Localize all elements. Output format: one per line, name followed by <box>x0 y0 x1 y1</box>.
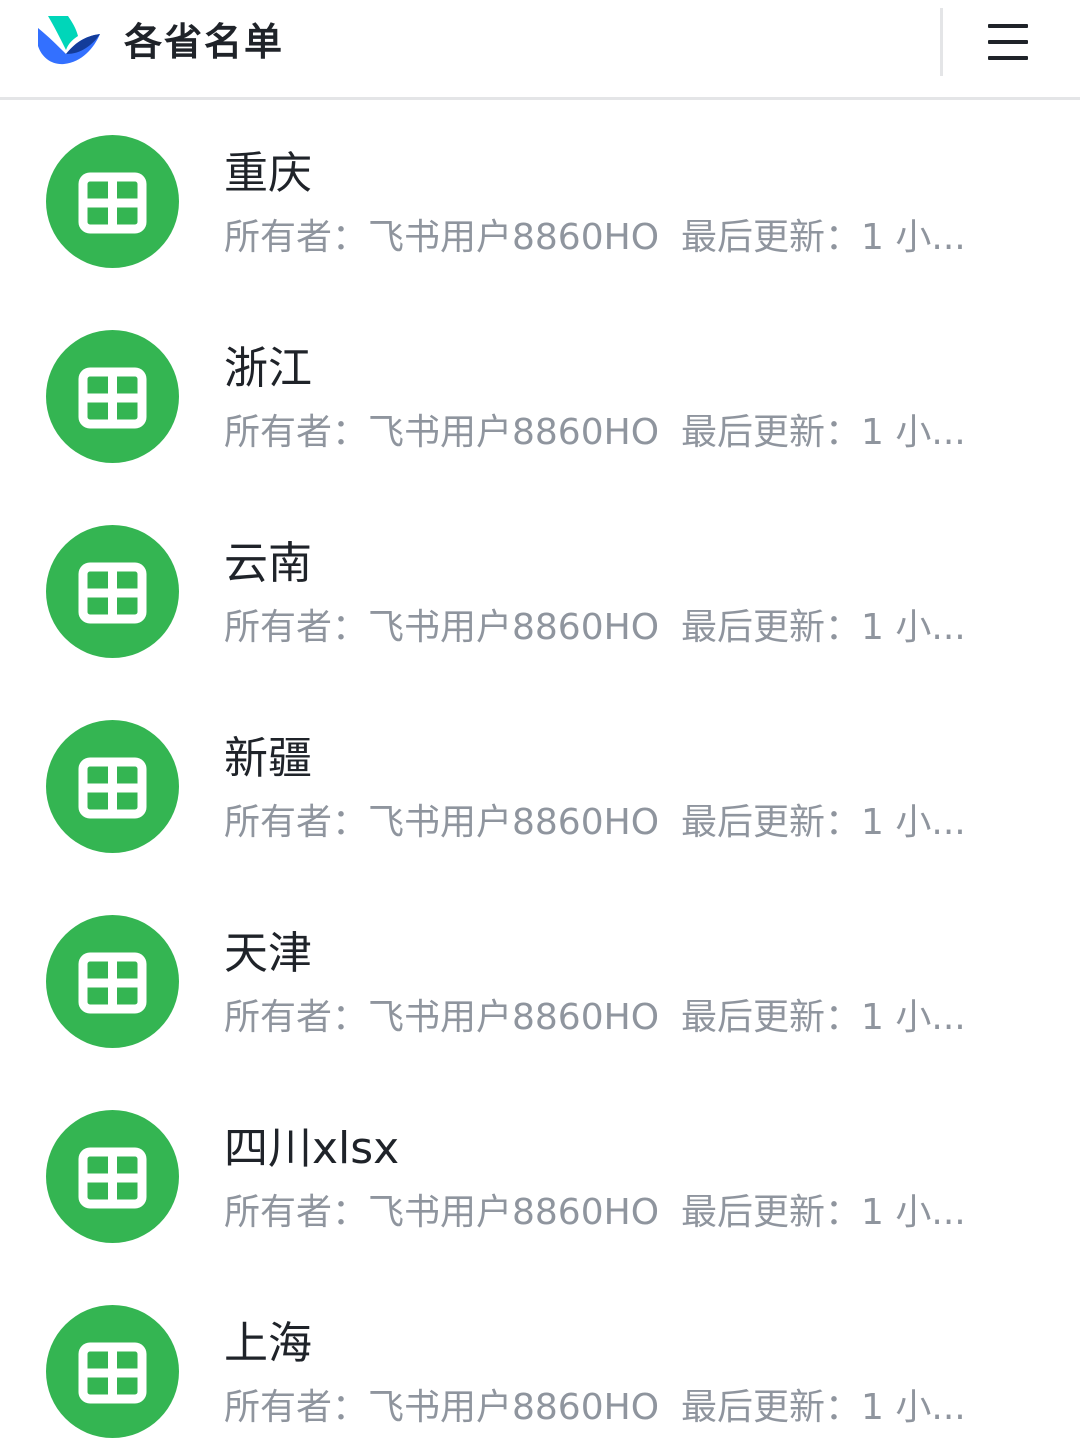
file-list-item[interactable]: 云南所有者：飞书用户8860HO 最后更新：1 小... <box>0 493 1080 688</box>
file-owner: 所有者：飞书用户8860HO <box>224 217 660 258</box>
page-title: 各省名单 <box>124 20 285 64</box>
file-meta: 所有者：飞书用户8860HO 最后更新：1 小... <box>224 993 994 1043</box>
file-name: 四川xlsx <box>224 1123 400 1174</box>
file-owner: 所有者：飞书用户8860HO <box>224 802 660 843</box>
spreadsheet-icon <box>46 1110 179 1243</box>
file-name: 浙江 <box>224 343 312 394</box>
file-last-updated: 最后更新：1 小... <box>681 607 966 648</box>
file-meta: 所有者：飞书用户8860HO 最后更新：1 小... <box>224 798 994 848</box>
file-owner: 所有者：飞书用户8860HO <box>224 1387 660 1428</box>
file-meta: 所有者：飞书用户8860HO 最后更新：1 小... <box>224 408 994 458</box>
file-name: 天津 <box>224 928 312 979</box>
file-owner: 所有者：飞书用户8860HO <box>224 412 660 453</box>
file-name: 新疆 <box>224 733 312 784</box>
file-owner: 所有者：飞书用户8860HO <box>224 607 660 648</box>
file-list-item[interactable]: 浙江所有者：飞书用户8860HO 最后更新：1 小... <box>0 298 1080 493</box>
file-meta: 所有者：飞书用户8860HO 最后更新：1 小... <box>224 1188 994 1238</box>
spreadsheet-icon <box>46 1305 179 1438</box>
file-owner: 所有者：飞书用户8860HO <box>224 997 660 1038</box>
file-name: 上海 <box>224 1318 312 1369</box>
spreadsheet-icon <box>46 525 179 658</box>
file-list-item[interactable]: 重庆所有者：飞书用户8860HO 最后更新：1 小... <box>0 103 1080 298</box>
hamburger-menu-icon[interactable] <box>982 20 1032 64</box>
file-last-updated: 最后更新：1 小... <box>681 1192 966 1233</box>
spreadsheet-icon <box>46 720 179 853</box>
file-name: 重庆 <box>224 148 312 199</box>
file-last-updated: 最后更新：1 小... <box>681 1387 966 1428</box>
file-meta: 所有者：飞书用户8860HO 最后更新：1 小... <box>224 213 994 263</box>
file-list-item[interactable]: 四川xlsx 所有者：飞书用户8860HO 最后更新：1 小... <box>0 1078 1080 1273</box>
file-last-updated: 最后更新：1 小... <box>681 802 966 843</box>
spreadsheet-icon <box>46 915 179 1048</box>
spreadsheet-icon <box>46 330 179 463</box>
file-list-item[interactable]: 上海所有者：飞书用户8860HO 最后更新：1 小... <box>0 1273 1080 1440</box>
top-bar: 各省名单 <box>0 0 1080 100</box>
file-meta: 所有者：飞书用户8860HO 最后更新：1 小... <box>224 1383 994 1433</box>
file-list-item[interactable]: 新疆所有者：飞书用户8860HO 最后更新：1 小... <box>0 688 1080 883</box>
file-meta: 所有者：飞书用户8860HO 最后更新：1 小... <box>224 603 994 653</box>
file-last-updated: 最后更新：1 小... <box>681 997 966 1038</box>
feishu-logo-icon[interactable] <box>34 14 104 70</box>
spreadsheet-icon <box>46 135 179 268</box>
header-divider <box>940 8 943 76</box>
file-list-item[interactable]: 天津所有者：飞书用户8860HO 最后更新：1 小... <box>0 883 1080 1078</box>
file-last-updated: 最后更新：1 小... <box>681 217 966 258</box>
file-list: 重庆 所有者：飞书用户8860HO 最后更新：1 小... 浙江 所有者：飞书用户886… <box>0 103 1080 1440</box>
file-owner: 所有者：飞书用户8860HO <box>224 1192 660 1233</box>
file-last-updated: 最后更新：1 小... <box>681 412 966 453</box>
file-name: 云南 <box>224 538 312 589</box>
